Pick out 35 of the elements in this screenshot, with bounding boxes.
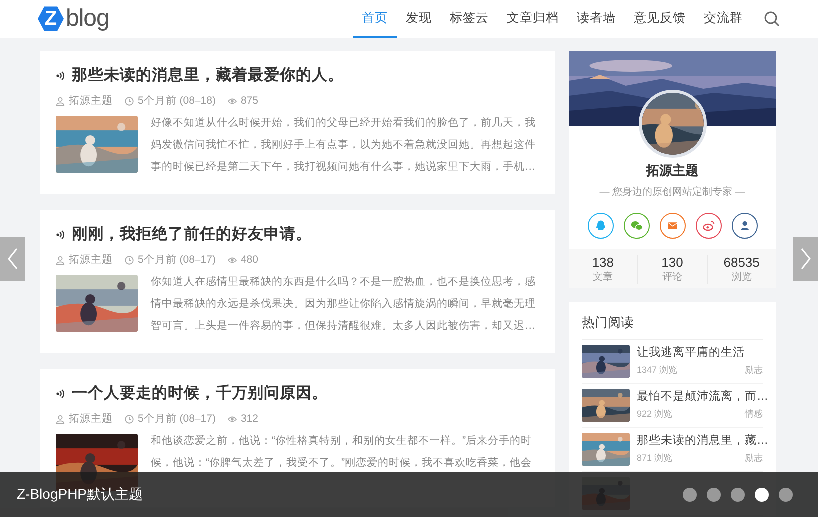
logo-mark[interactable]: Z [38, 6, 64, 32]
slider-caption: Z-BlogPHP默认主题 [17, 486, 144, 504]
post-time: 5个月前 (08–17) [138, 412, 216, 426]
stat-label: 浏览 [730, 270, 753, 284]
nav-link[interactable]: 发现 [397, 0, 441, 38]
post-views: 480 [240, 254, 258, 266]
profile-name: 拓源主题 [645, 162, 700, 180]
stat-value: 130 [660, 255, 684, 270]
post-title[interactable]: 刚刚，我拒绝了前任的好友申请。 [72, 224, 312, 245]
profile-motto: — 您身边的原创网站定制专家 — [598, 186, 746, 199]
nav-link[interactable]: 意见反馈 [625, 0, 695, 38]
post-views: 312 [240, 413, 258, 425]
hot-item-title[interactable]: 让我逃离平庸的生活 [637, 345, 763, 360]
stat-value: 138 [591, 255, 616, 270]
nav-link[interactable]: 首页 [353, 0, 397, 38]
post-time: 5个月前 (08–18) [138, 94, 216, 108]
post-excerpt: 和他谈恋爱之前，他说：“你性格真特别，和别的女生都不一样。”后来分手的时候，他说：“你脾气太差了，我受不了。”刚恋爱的时候，我不喜欢吃香菜，他会 [151, 434, 534, 471]
nav-link[interactable]: 交流群 [695, 0, 752, 38]
hot-item-views: 871 浏览 [637, 452, 673, 465]
logo-text[interactable]: blog [66, 5, 110, 33]
post-excerpt: 好像不知道从什么时候开始，我们的父母已经开始看我们的脸色了，前几天，我妈发微信问我忙不忙，我刚好手上有点事，以为她不着急就没回她。再想起这件事的时候已经是第二天下午，我打视频问她有什么事，她说家里下大雨，手机… [151, 116, 537, 175]
stat-value: 68535 [722, 255, 761, 270]
post-title[interactable]: 一个人要走的时候，千万别问原因。 [72, 383, 328, 404]
stat-label: 评论 [661, 271, 684, 284]
nav-link[interactable]: 标签云 [441, 0, 498, 38]
post-title[interactable]: 那些未读的消息里，藏着最爱你的人。 [72, 65, 344, 86]
hot-item-views: 1347 浏览 [637, 364, 678, 377]
post-time: 5个月前 (08–17) [138, 253, 216, 267]
post-views: 875 [240, 95, 258, 107]
hot-title: 热门阅读 [582, 314, 763, 340]
hot-item-views: 922 浏览 [637, 408, 673, 421]
nav-link[interactable]: 文章归档 [498, 0, 568, 38]
stat-label: 文章 [592, 270, 614, 284]
post-excerpt: 你知道人在感情里最稀缺的东西是什么吗？不是一腔热血，也不是换位思考，感情中最稀缺的永远是杀伐果决。因为那些让你陷入感情旋涡的瞬间，早就毫无理智可言。上头是一件容易的事，但保持清醒很难。太多人因此被伤害，却又迟… [151, 275, 537, 334]
nav-link[interactable]: 读者墙 [568, 0, 625, 38]
